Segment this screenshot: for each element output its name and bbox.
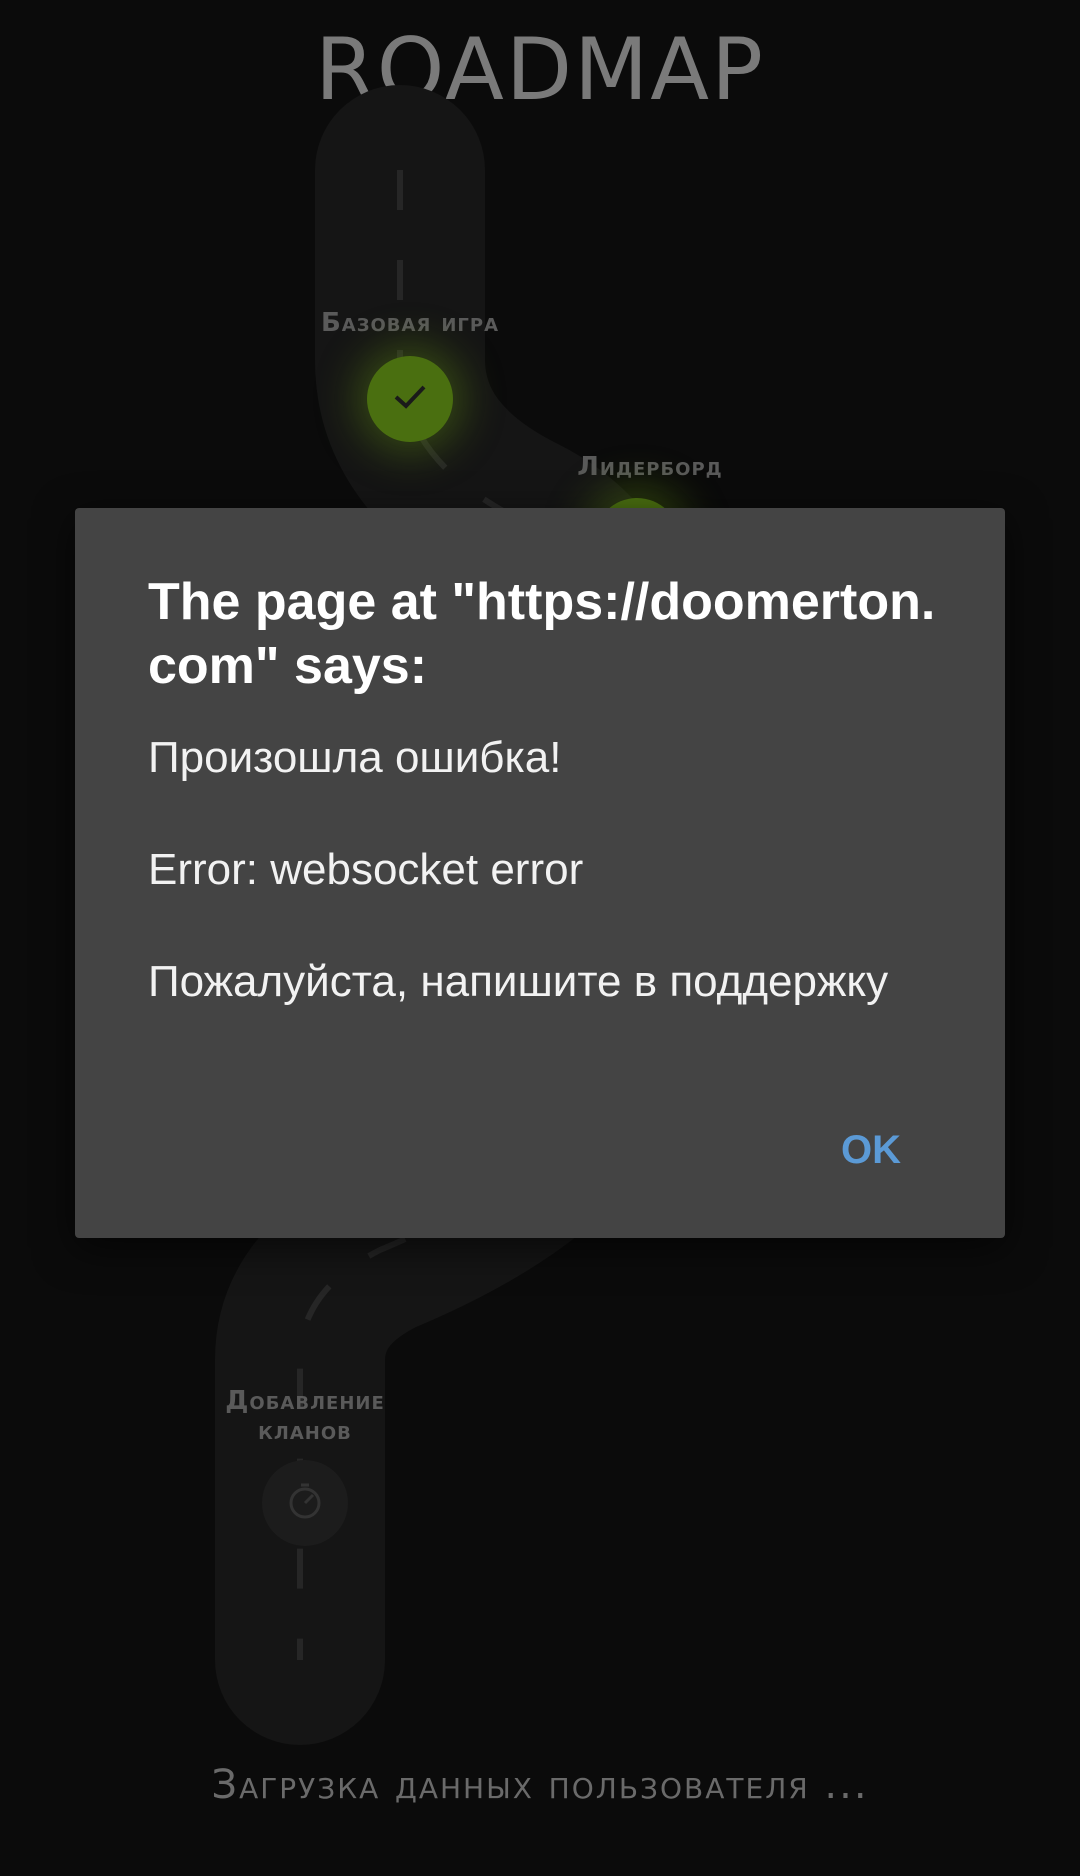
ok-button[interactable]: OK [841, 1128, 901, 1173]
error-heading: Произошла ошибка! [148, 733, 562, 782]
support-request: Пожалуйста, напишите в поддержку [148, 957, 889, 1006]
timer-icon [285, 1481, 325, 1526]
check-icon [393, 383, 427, 416]
milestone-node-base-game [367, 356, 453, 442]
milestone-label-base-game: Базовая игра [320, 308, 500, 338]
error-detail: Error: websocket error [148, 845, 584, 894]
milestone-node-clans [262, 1460, 348, 1546]
dialog-title: The page at "https://doomerton.com" says… [148, 573, 936, 695]
dialog-message: Произошла ошибка! Error: websocket error… [148, 730, 928, 1066]
milestone-label-clans: Добавление кланов [225, 1386, 385, 1446]
loading-status: Загрузка данных пользователя ... [211, 1762, 869, 1808]
alert-dialog: The page at "https://doomerton.com" says… [75, 508, 1005, 1238]
milestone-label-leaderboard: Лидерборд [577, 452, 723, 482]
